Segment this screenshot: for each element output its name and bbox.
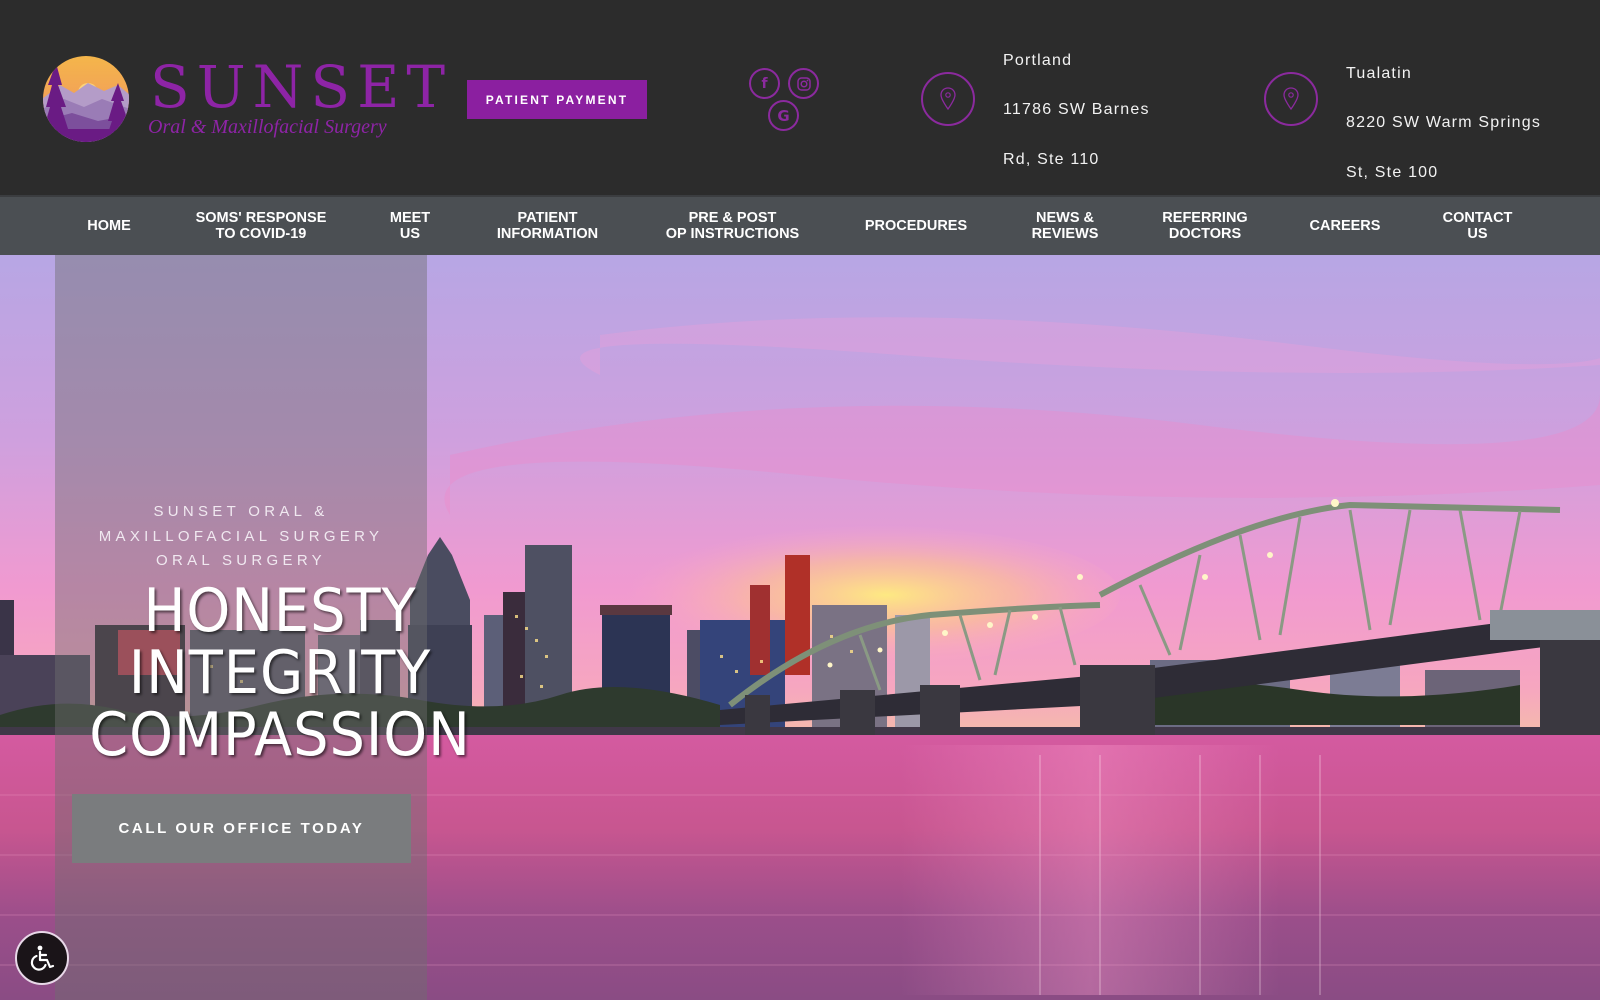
nav-patient-information[interactable]: PATIENT INFORMATION bbox=[480, 197, 615, 255]
google-link[interactable]: G bbox=[768, 100, 799, 131]
location-city: Tualatin bbox=[1346, 64, 1412, 82]
hero-section: SUNSET ORAL & MAXILLOFACIAL SURGERY ORAL… bbox=[0, 255, 1600, 1000]
nav-meet-us[interactable]: MEET US bbox=[375, 197, 445, 255]
nav-news-reviews[interactable]: NEWS & REVIEWS bbox=[1015, 197, 1115, 255]
hero-kicker-line: MAXILLOFACIAL SURGERY bbox=[98, 527, 384, 545]
call-office-button[interactable]: CALL OUR OFFICE TODAY bbox=[72, 794, 411, 863]
logo-tagline: Oral & Maxillofacial Surgery bbox=[148, 116, 387, 138]
map-pin-icon bbox=[1264, 72, 1318, 126]
location-city: Portland bbox=[1003, 51, 1073, 69]
logo-mountain-sunset-icon bbox=[43, 56, 129, 142]
address-line: St, Ste 100 bbox=[1346, 163, 1439, 181]
google-icon: G bbox=[777, 106, 790, 125]
wheelchair-icon bbox=[30, 945, 55, 971]
nav-referring-doctors[interactable]: REFERRING DOCTORS bbox=[1145, 197, 1265, 255]
map-pin-icon bbox=[921, 72, 975, 126]
nav-pre-post-op[interactable]: PRE & POST OP INSTRUCTIONS bbox=[650, 197, 815, 255]
main-nav: HOME SOMS' RESPONSE TO COVID-19 MEET US … bbox=[0, 195, 1600, 255]
address-line: Rd, Ste 110 bbox=[1003, 150, 1100, 168]
hero-headline-line: HONESTY bbox=[143, 576, 417, 646]
nav-covid-response[interactable]: SOMS' RESPONSE TO COVID-19 bbox=[180, 197, 342, 255]
hero-headline-line: COMPASSION bbox=[89, 700, 471, 770]
facebook-link[interactable]: f bbox=[749, 68, 780, 99]
nav-home[interactable]: HOME bbox=[68, 197, 150, 255]
site-header: SUNSET Oral & Maxillofacial Surgery PATI… bbox=[0, 0, 1600, 317]
logo-wordmark: SUNSET bbox=[150, 53, 453, 121]
hero-kicker-line: SUNSET ORAL & bbox=[153, 503, 329, 520]
hero-headline: HONESTY INTEGRITY COMPASSION bbox=[60, 580, 500, 766]
instagram-link[interactable] bbox=[788, 68, 819, 99]
site-logo[interactable]: SUNSET Oral & Maxillofacial Surgery bbox=[40, 52, 445, 147]
hero-kicker-line: ORAL SURGERY bbox=[156, 552, 326, 569]
instagram-icon bbox=[796, 76, 811, 91]
address-line: 8220 SW Warm Springs bbox=[1346, 114, 1542, 132]
hero-kicker: SUNSET ORAL & MAXILLOFACIAL SURGERY ORAL… bbox=[55, 500, 427, 574]
facebook-icon: f bbox=[761, 75, 768, 92]
nav-procedures[interactable]: PROCEDURES bbox=[852, 197, 980, 255]
accessibility-button[interactable] bbox=[15, 931, 69, 985]
address-line: 11786 SW Barnes bbox=[1003, 101, 1150, 119]
hero-headline-line: INTEGRITY bbox=[128, 638, 432, 708]
nav-contact-us[interactable]: CONTACT US bbox=[1425, 197, 1530, 255]
nav-careers[interactable]: CAREERS bbox=[1295, 197, 1395, 255]
patient-payment-button[interactable]: PATIENT PAYMENT bbox=[467, 80, 647, 119]
